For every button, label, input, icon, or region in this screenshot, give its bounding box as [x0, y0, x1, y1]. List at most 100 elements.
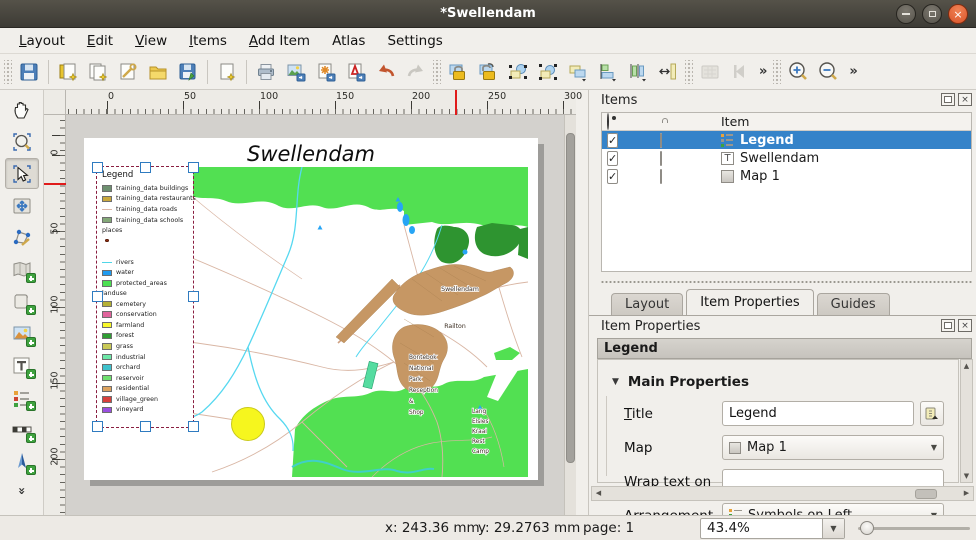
- properties-vertical-scrollbar[interactable]: ▲ ▼: [960, 359, 973, 483]
- move-item-content-tool-button[interactable]: [5, 190, 39, 221]
- item-row-swellendam[interactable]: ✓ T Swellendam: [602, 149, 971, 167]
- float-panel-icon[interactable]: [941, 93, 955, 106]
- redo-button[interactable]: [401, 57, 431, 87]
- float-panel-icon[interactable]: [941, 319, 955, 332]
- unlock-all-button[interactable]: [473, 57, 503, 87]
- scrollbar-handle[interactable]: [566, 133, 575, 463]
- export-pdf-button[interactable]: [341, 57, 371, 87]
- menu-add-item[interactable]: Add Item: [238, 30, 321, 52]
- save-as-template-button[interactable]: [173, 57, 203, 87]
- edit-nodes-tool-button[interactable]: [5, 222, 39, 253]
- selection-handle-sw[interactable]: [92, 421, 103, 432]
- toolbar-grip[interactable]: [773, 60, 781, 84]
- add-shape-button[interactable]: [5, 286, 39, 317]
- toolbar-overflow-button[interactable]: »: [845, 64, 861, 79]
- lock-checkbox[interactable]: [660, 169, 662, 184]
- atlas-first-feature-button[interactable]: [725, 57, 755, 87]
- lock-checkbox[interactable]: [660, 151, 662, 166]
- scroll-right-icon[interactable]: ▶: [961, 487, 972, 500]
- zoom-out-button[interactable]: [813, 57, 843, 87]
- lock-checkbox[interactable]: [660, 133, 662, 148]
- selection-handle-ne[interactable]: [188, 162, 199, 173]
- scrollbar-handle[interactable]: [915, 489, 937, 499]
- menu-items[interactable]: Items: [178, 30, 238, 52]
- menu-layout[interactable]: Layout: [8, 30, 76, 52]
- titlebar[interactable]: *Swellendam ×: [0, 0, 976, 28]
- selection-handle-s[interactable]: [140, 421, 151, 432]
- visibility-checkbox[interactable]: ✓: [607, 169, 618, 184]
- layout-canvas[interactable]: 0 50 100 150 200 250 300 0 50 100 150 20…: [44, 90, 576, 515]
- save-project-button[interactable]: [14, 57, 44, 87]
- layout-page[interactable]: Swellendam: [84, 138, 538, 480]
- visibility-checkbox[interactable]: ✓: [607, 151, 618, 166]
- close-panel-icon[interactable]: ×: [958, 319, 972, 332]
- panel-splitter[interactable]: [601, 278, 972, 286]
- close-panel-icon[interactable]: ×: [958, 93, 972, 106]
- group-items-button[interactable]: [503, 57, 533, 87]
- data-defined-override-button[interactable]: [920, 401, 944, 426]
- item-row-legend[interactable]: ✓ Legend: [602, 131, 971, 149]
- add-north-arrow-button[interactable]: [5, 446, 39, 477]
- select-move-item-tool-button[interactable]: [5, 158, 39, 189]
- selection-handle-nw[interactable]: [92, 162, 103, 173]
- export-svg-button[interactable]: [311, 57, 341, 87]
- menu-view[interactable]: View: [124, 30, 178, 52]
- raise-items-button[interactable]: [563, 57, 593, 87]
- zoom-in-button[interactable]: [783, 57, 813, 87]
- legend-item[interactable]: Legend training_data buildings training_…: [97, 167, 193, 427]
- item-row-map1[interactable]: ✓ Map 1: [602, 167, 971, 185]
- add-label-button[interactable]: [5, 350, 39, 381]
- tab-layout[interactable]: Layout: [611, 293, 683, 315]
- resize-items-button[interactable]: [653, 57, 683, 87]
- zoom-level-combobox[interactable]: 43.4% ▼: [700, 518, 845, 539]
- distribute-items-button[interactable]: [623, 57, 653, 87]
- paper-view[interactable]: Swellendam: [66, 115, 564, 515]
- export-image-button[interactable]: [281, 57, 311, 87]
- scroll-down-icon[interactable]: ▼: [961, 470, 972, 482]
- selection-handle-w[interactable]: [92, 291, 103, 302]
- tools-overflow-button[interactable]: »: [14, 487, 28, 495]
- toolbar-grip[interactable]: [4, 60, 12, 84]
- undo-button[interactable]: [371, 57, 401, 87]
- add-map-button[interactable]: [5, 254, 39, 285]
- duplicate-layout-button[interactable]: [83, 57, 113, 87]
- add-picture-button[interactable]: [5, 318, 39, 349]
- selection-handle-e[interactable]: [188, 291, 199, 302]
- map-combobox[interactable]: Map 1 ▼: [722, 435, 944, 460]
- open-button[interactable]: [143, 57, 173, 87]
- menu-atlas[interactable]: Atlas: [321, 30, 376, 52]
- tab-guides[interactable]: Guides: [817, 293, 890, 315]
- add-scalebar-button[interactable]: [5, 414, 39, 445]
- atlas-settings-button[interactable]: [695, 57, 725, 87]
- add-from-template-button[interactable]: [212, 57, 242, 87]
- visibility-checkbox[interactable]: ✓: [607, 133, 618, 148]
- toolbar-overflow-button[interactable]: »: [755, 64, 771, 79]
- chevron-down-icon[interactable]: ▼: [822, 519, 844, 538]
- toolbar-grip[interactable]: [685, 60, 693, 84]
- properties-horizontal-scrollbar[interactable]: ◀ ▶: [591, 486, 974, 501]
- map-title-label-item[interactable]: Swellendam: [84, 142, 538, 166]
- menu-settings[interactable]: Settings: [376, 30, 453, 52]
- menu-edit[interactable]: Edit: [76, 30, 124, 52]
- main-properties-section[interactable]: ▼ Main Properties: [612, 374, 749, 390]
- canvas-vertical-scrollbar[interactable]: [564, 115, 576, 515]
- align-items-button[interactable]: [593, 57, 623, 87]
- layout-manager-button[interactable]: [113, 57, 143, 87]
- lock-items-button[interactable]: [443, 57, 473, 87]
- zoom-tool-button[interactable]: [5, 126, 39, 157]
- title-input[interactable]: [722, 401, 914, 426]
- toolbar-grip[interactable]: [433, 60, 441, 84]
- tab-item-properties[interactable]: Item Properties: [686, 289, 813, 315]
- ungroup-items-button[interactable]: [533, 57, 563, 87]
- scroll-up-icon[interactable]: ▲: [961, 360, 972, 372]
- selection-handle-n[interactable]: [140, 162, 151, 173]
- pan-tool-button[interactable]: [5, 94, 39, 125]
- maximize-button[interactable]: [922, 4, 942, 24]
- add-legend-button[interactable]: [5, 382, 39, 413]
- minimize-button[interactable]: [896, 4, 916, 24]
- selection-handle-se[interactable]: [188, 421, 199, 432]
- new-layout-button[interactable]: [53, 57, 83, 87]
- zoom-slider-handle[interactable]: [860, 521, 874, 535]
- close-button[interactable]: ×: [948, 4, 968, 24]
- zoom-slider[interactable]: [858, 527, 970, 530]
